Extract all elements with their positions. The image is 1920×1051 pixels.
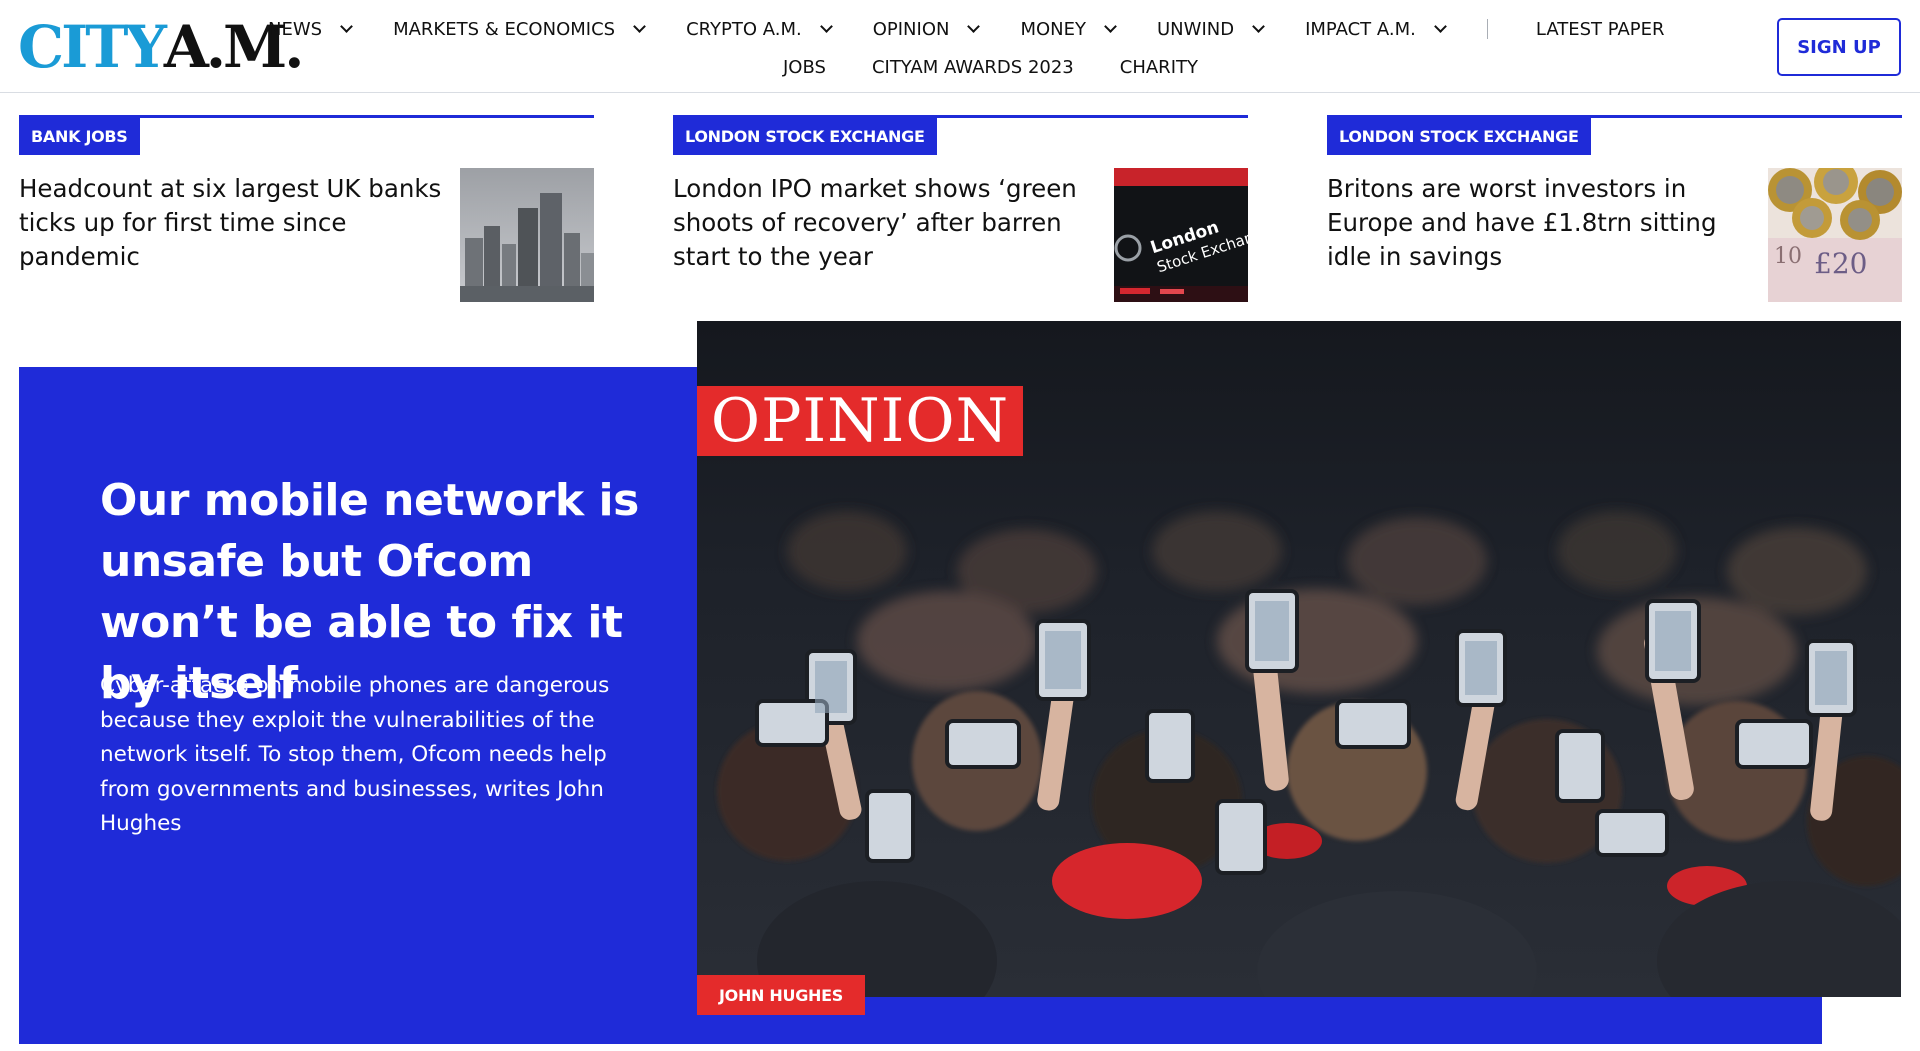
story-tag[interactable]: BANK JOBS: [19, 118, 140, 155]
nav-jobs[interactable]: JOBS: [783, 57, 826, 78]
banknote-ten-text: 10: [1774, 244, 1802, 269]
nav-jobs-label: JOBS: [783, 56, 826, 78]
nav-divider: [1486, 19, 1488, 39]
story-headline[interactable]: Headcount at six largest UK banks ticks …: [19, 172, 449, 274]
nav-opinion-label: OPINION: [872, 18, 950, 40]
nav-unwind-label: UNWIND: [1157, 18, 1235, 40]
chevron-down-icon[interactable]: [967, 19, 981, 33]
chevron-down-icon[interactable]: [1434, 19, 1447, 33]
story-tag[interactable]: LONDON STOCK EXCHANGE: [673, 118, 937, 155]
story-headline[interactable]: London IPO market shows ‘green shoots of…: [673, 172, 1103, 274]
nav-crypto-label: CRYPTO A.M.: [686, 18, 802, 40]
nav-news-label: NEWS: [268, 18, 323, 40]
hero-standfirst: Cyber-attacks on mobile phones are dange…: [100, 673, 610, 836]
logo-city-text: CITY: [18, 13, 167, 81]
banknote-twenty-text: £20: [1814, 247, 1867, 280]
nav-latest-paper-label: LATEST PAPER: [1535, 18, 1665, 40]
nav-impact-am[interactable]: IMPACT A.M.: [1305, 18, 1447, 40]
author-badge[interactable]: JOHN HUGHES: [697, 975, 865, 1015]
story-card-britons-investors: LONDON STOCK EXCHANGE Britons are worst …: [1327, 115, 1902, 302]
stock-exchange-sign-image: London Stock Exchar: [1114, 168, 1248, 302]
nav-opinion[interactable]: OPINION: [872, 18, 981, 40]
opinion-badge[interactable]: OPINION: [697, 386, 1023, 456]
nav-markets-label: MARKETS & ECONOMICS: [393, 18, 616, 40]
chevron-down-icon[interactable]: [1104, 19, 1117, 33]
nav-money[interactable]: MONEY: [1020, 18, 1117, 40]
nav-cityam-awards[interactable]: CITYAM AWARDS 2023: [872, 57, 1074, 78]
chevron-down-icon[interactable]: [340, 19, 353, 33]
city-skyline-image: [460, 168, 594, 302]
site-header: CITY A.M. NEWS MARKETS & ECONOMICS CRYPT…: [0, 0, 1920, 93]
story-headline[interactable]: Britons are worst investors in Europe an…: [1327, 172, 1757, 274]
nav-markets-economics[interactable]: MARKETS & ECONOMICS: [393, 18, 646, 40]
nav-impact-label: IMPACT A.M.: [1305, 18, 1416, 40]
sign-up-button[interactable]: SIGN UP: [1777, 18, 1901, 76]
story-thumbnail-stock-exchange[interactable]: London Stock Exchar: [1114, 168, 1248, 302]
nav-charity-label: CHARITY: [1119, 56, 1198, 78]
chevron-down-icon[interactable]: [819, 19, 833, 33]
story-thumbnail-coins[interactable]: 10 £20: [1768, 168, 1902, 302]
nav-awards-label: CITYAM AWARDS 2023: [871, 56, 1074, 78]
story-thumbnail-skyline[interactable]: [460, 168, 594, 302]
nav-money-label: MONEY: [1020, 18, 1086, 40]
primary-nav: NEWS MARKETS & ECONOMICS CRYPTO A.M. OPI…: [268, 14, 1665, 44]
coins-banknotes-image: 10 £20: [1768, 168, 1902, 302]
nav-latest-paper[interactable]: LATEST PAPER: [1536, 19, 1665, 40]
chevron-down-icon[interactable]: [1252, 19, 1265, 33]
cityam-logo[interactable]: CITY A.M.: [18, 13, 304, 81]
chevron-down-icon[interactable]: [633, 19, 646, 33]
story-card-bank-jobs: BANK JOBS Headcount at six largest UK ba…: [19, 115, 594, 302]
nav-unwind[interactable]: UNWIND: [1157, 18, 1265, 40]
story-tag[interactable]: LONDON STOCK EXCHANGE: [1327, 118, 1591, 155]
nav-crypto-am[interactable]: CRYPTO A.M.: [686, 18, 833, 40]
story-card-london-ipo: LONDON STOCK EXCHANGE London IPO market …: [673, 115, 1248, 302]
nav-news[interactable]: NEWS: [268, 18, 353, 40]
nav-charity[interactable]: CHARITY: [1120, 57, 1198, 78]
secondary-nav: JOBS CITYAM AWARDS 2023 CHARITY: [783, 54, 1198, 80]
